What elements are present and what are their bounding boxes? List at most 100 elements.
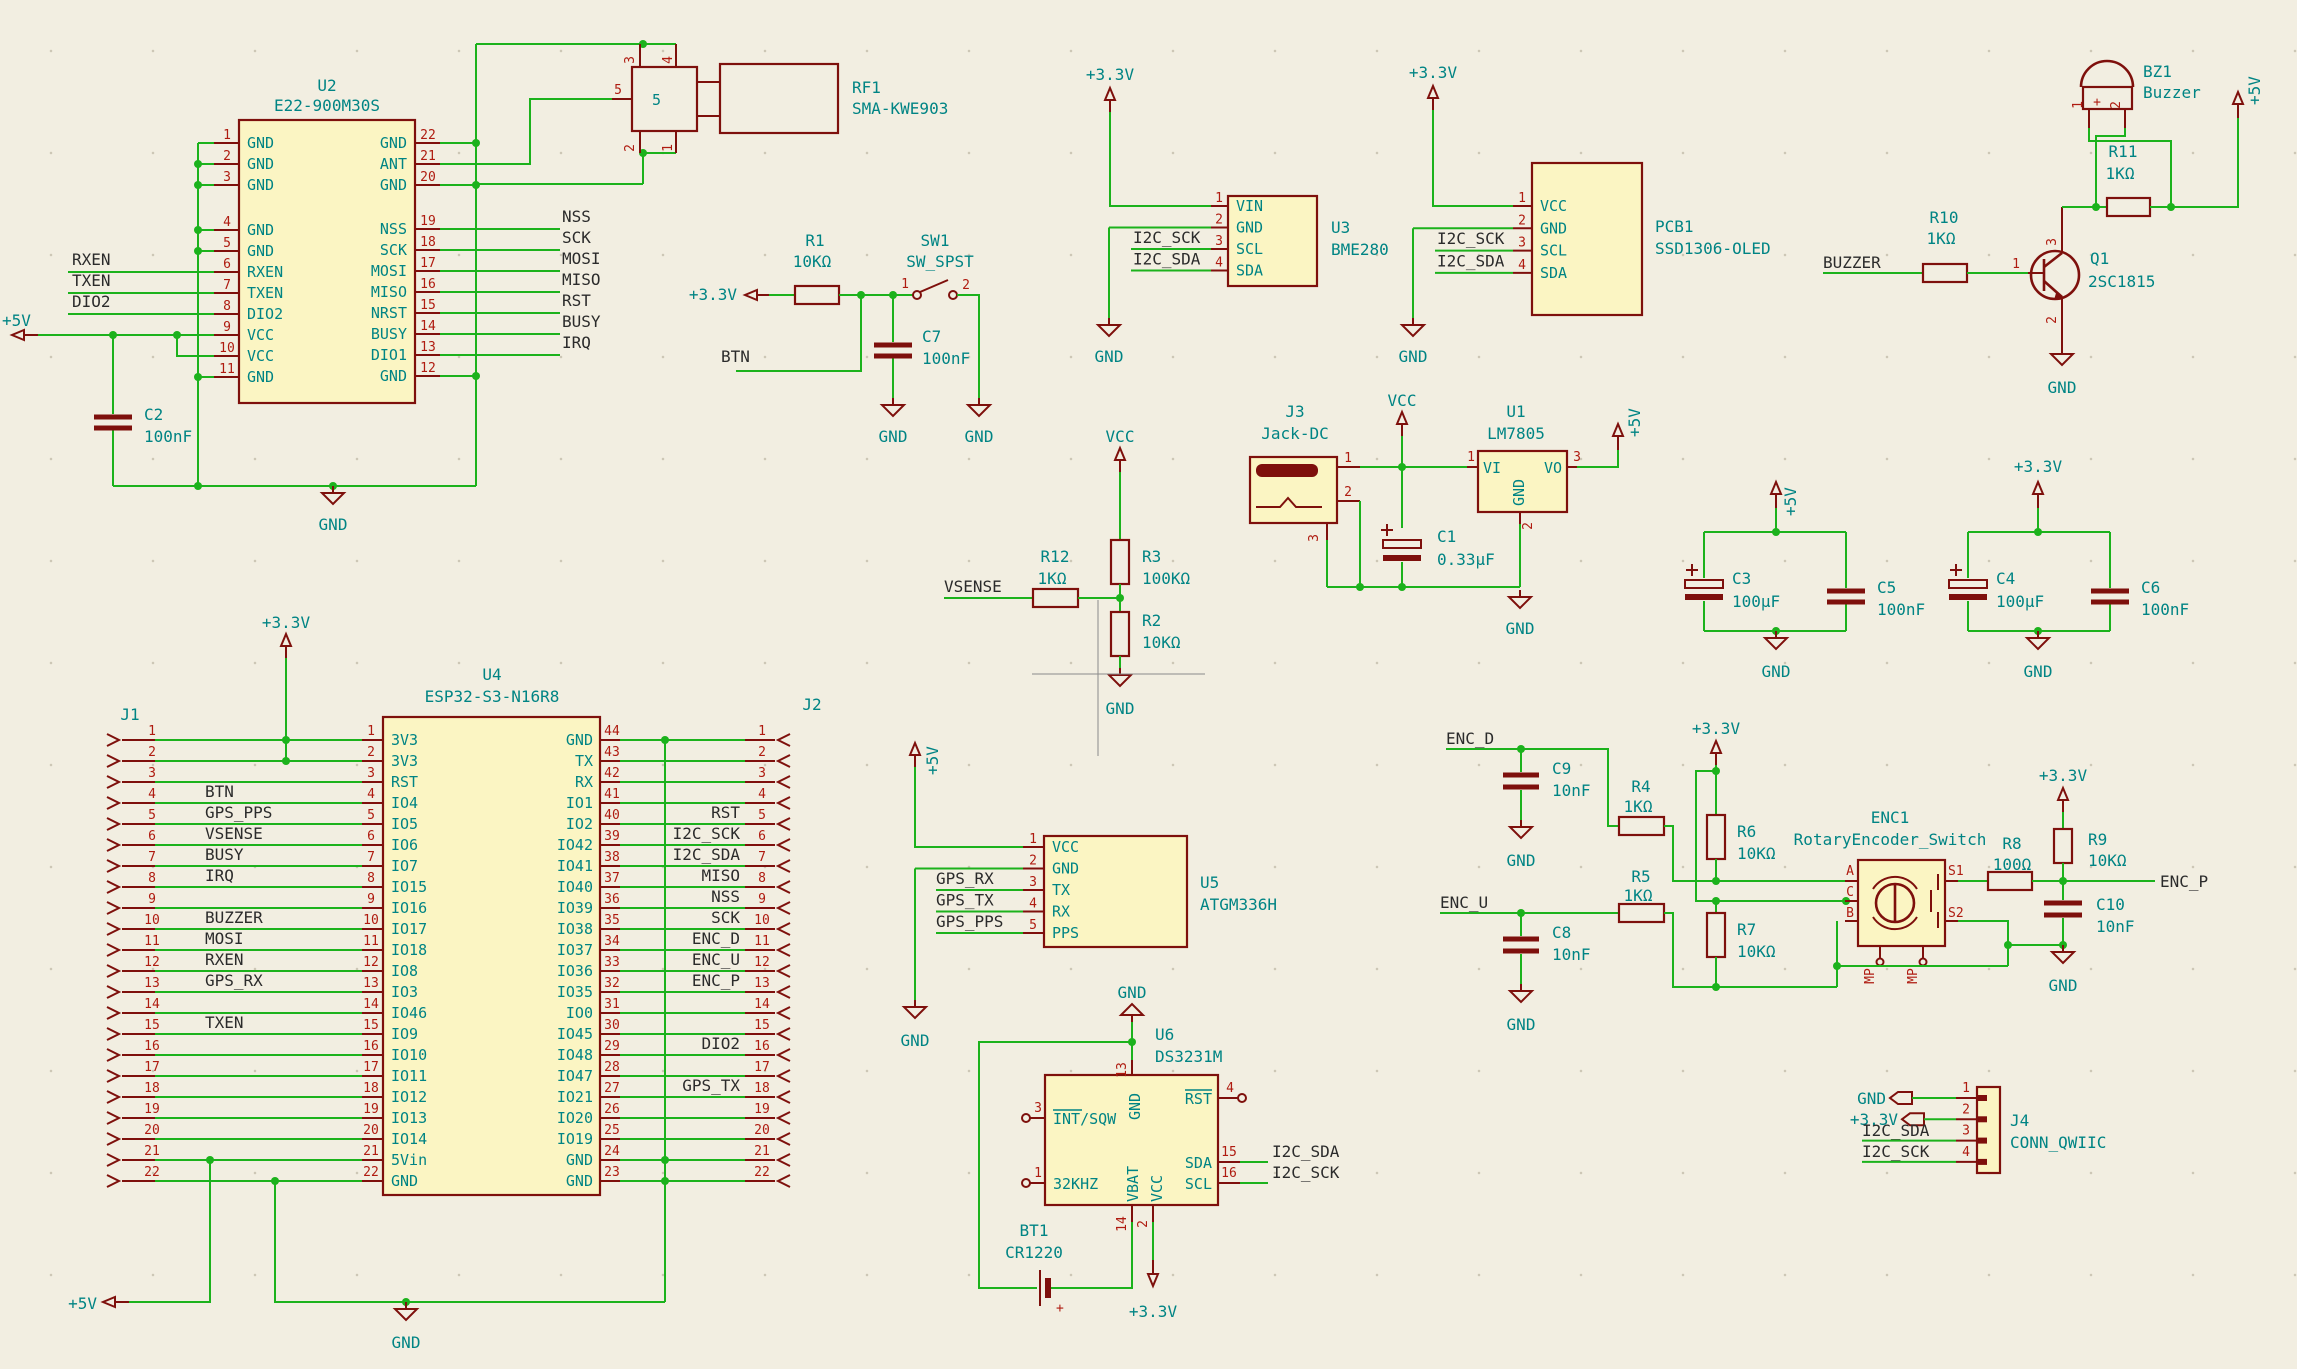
- pin-number: 6: [223, 257, 231, 272]
- u4-pin-name: 5Vin: [391, 1151, 427, 1169]
- u6-pin14-name: VBAT: [1124, 1166, 1142, 1202]
- u4-pin-number: 31: [604, 997, 620, 1012]
- net-label: I2C_SCK: [673, 824, 741, 843]
- pin-name: VIN: [1236, 197, 1263, 215]
- gnd-icon: [1510, 820, 1532, 838]
- i2c-sda-label: I2C_SDA: [1272, 1142, 1340, 1161]
- schematic-canvas[interactable]: U2 E22-900M30S: [0, 0, 2297, 1369]
- r9-resistor: [2054, 829, 2072, 863]
- j1-pin-number: 11: [144, 934, 160, 949]
- u6-pin16: 16: [1221, 1166, 1237, 1181]
- pin-name: RX: [1052, 903, 1070, 921]
- u2-net-label: SCK: [562, 228, 591, 247]
- esp32-block[interactable]: U4 ESP32-S3-N16R8 J1 J2 +3.3V +5V GND 1 …: [68, 613, 822, 1352]
- u2-lora-module[interactable]: U2 E22-900M30S: [2, 40, 676, 534]
- j2-pin-number: 16: [754, 1039, 770, 1054]
- net-label: NSS: [562, 207, 591, 226]
- u4-pin-name: IO9: [391, 1025, 418, 1043]
- u6-rtc[interactable]: GND + BT1 CR1220 U6 DS3231M 13 GND 3 INT…: [979, 983, 1340, 1321]
- pin-name: SDA: [1540, 264, 1567, 282]
- j2-pin-number: 21: [754, 1144, 770, 1159]
- gps-rx-label: GPS_RX: [936, 869, 994, 888]
- j4-part: CONN_QWIIC: [2010, 1133, 2106, 1152]
- u2-net-label: NSS: [562, 207, 591, 226]
- rf1-pin5: 5: [614, 83, 622, 98]
- gnd-icon: [395, 1302, 417, 1320]
- bulk-caps[interactable]: +5V C3 100µF C5 100nF GND +3.3V C4 100µF…: [1685, 457, 2189, 681]
- j1-pin-number: 16: [144, 1039, 160, 1054]
- u1-gnd: GND: [1510, 479, 1528, 506]
- gnd-label: GND: [2024, 662, 2053, 681]
- j2-pin-number: 9: [758, 892, 766, 907]
- net-label: ENC_P: [692, 971, 740, 990]
- u5-ref: U5: [1200, 873, 1219, 892]
- pin-number: 4: [1962, 1145, 1970, 1160]
- u4-part: ESP32-S3-N16R8: [425, 687, 560, 706]
- gnd-icon: [2051, 347, 2073, 365]
- u4-pin-name: IO14: [391, 1130, 427, 1148]
- c10-value: 10nF: [2096, 917, 2135, 936]
- r7-resistor: [1707, 913, 1725, 957]
- j1-pin-number: 13: [144, 976, 160, 991]
- gnd-label: GND: [1507, 851, 1536, 870]
- power-supply[interactable]: J3 Jack-DC 1 2 3 VCC C1 0.33µF U1 LM7805…: [1250, 391, 1644, 638]
- sw1-contact: [949, 291, 957, 299]
- j1-pin-number: 20: [144, 1123, 160, 1138]
- u4-pin-number: 7: [367, 850, 375, 865]
- j1-pin-number: 14: [144, 997, 160, 1012]
- u4-pin-name: IO35: [557, 983, 593, 1001]
- power-arrow-icon: [1148, 1260, 1158, 1286]
- u4-pin-number: 38: [604, 850, 620, 865]
- pin-name: PPS: [1052, 924, 1079, 942]
- pin-number: 2: [1029, 854, 1037, 869]
- pcb1-oled[interactable]: +3.3V I2C_SCK I2C_SDA PCB1 SSD1306-OLED …: [1399, 63, 1771, 366]
- bz1-pin1: 1: [2071, 101, 2086, 109]
- u4-pin-number: 30: [604, 1018, 620, 1033]
- i2c-sck-label: I2C_SCK: [1272, 1163, 1340, 1182]
- power-arrow-icon: [281, 634, 291, 660]
- enc1-pin-a: A: [1846, 864, 1854, 879]
- gnd-label: GND: [901, 1031, 930, 1050]
- r12-resistor: [1033, 589, 1078, 607]
- j1-pin-number: 12: [144, 955, 160, 970]
- r9-33v-label: +3.3V: [2039, 766, 2088, 785]
- button-block[interactable]: +3.3V R1 10KΩ 1 2 SW1 SW_SPST C7 100nF B…: [689, 231, 994, 446]
- u6-pin3: 3: [1034, 1101, 1042, 1116]
- r10-resistor: [1923, 264, 1967, 282]
- pin-name: GND: [1052, 860, 1079, 878]
- gnd-label: GND: [1762, 662, 1791, 681]
- net-label: MOSI: [205, 929, 244, 948]
- gnd-icon: [1121, 1004, 1143, 1022]
- pin-name: GND: [1540, 219, 1567, 237]
- bz1-5v-label: +5V: [2245, 76, 2264, 105]
- j4-qwiic[interactable]: GND +3.3V I2C_SDA I2C_SCK J4 CONN_QWIIC …: [1850, 1081, 2107, 1173]
- bz1-ref: BZ1: [2143, 62, 2172, 81]
- u4-pin-name: IO2: [566, 815, 593, 833]
- u4-pin-number: 28: [604, 1060, 620, 1075]
- j1-pin-number: 1: [148, 724, 156, 739]
- u6-pin16-name: SCL: [1185, 1175, 1212, 1193]
- c8-ref: C8: [1552, 923, 1571, 942]
- u2-net-label: MOSI: [562, 249, 601, 268]
- c9-value: 10nF: [1552, 781, 1591, 800]
- u4-pin-number: 43: [604, 745, 620, 760]
- j1-pin-number: 21: [144, 1144, 160, 1159]
- j1-pin-number: 5: [148, 808, 156, 823]
- pin-number: 20: [420, 170, 436, 185]
- encoder-block[interactable]: ENC_D C9 10nF GND R4 1KΩ ENC_U C8 10nF G…: [1440, 719, 2208, 1034]
- buzzer-driver[interactable]: 1 + 2 BZ1 Buzzer BUZZER R10 1KΩ 1 3 2 Q1…: [1823, 61, 2264, 397]
- r1-ref: R1: [805, 231, 824, 250]
- u3-33v-label: +3.3V: [1086, 65, 1135, 84]
- u4-pin-name: RST: [391, 773, 418, 791]
- power-arrow-icon: [910, 743, 920, 769]
- vsense-net-label: VSENSE: [944, 577, 1002, 596]
- u3-bme280[interactable]: +3.3V I2C_SCK I2C_SDA U3 BME280 GND 1 VI…: [1086, 65, 1389, 366]
- u5-gps[interactable]: +5V GPS_RX GPS_TX GPS_PPS U5 ATGM336H GN…: [901, 743, 1278, 1050]
- u2-net-label: BUSY: [562, 312, 601, 331]
- vsense-divider[interactable]: VCC R3 100KΩ VSENSE R12 1KΩ R2 10KΩ GND: [944, 427, 1205, 756]
- bt1-plus: +: [1056, 1301, 1064, 1316]
- j1-pin-number: 4: [148, 787, 156, 802]
- u1-vo: VO: [1544, 459, 1562, 477]
- u6-pin15-name: SDA: [1185, 1154, 1212, 1172]
- rf1-sma-connector[interactable]: 3 4 2 1 5 5 RF1 SMA-KWE903: [612, 44, 948, 153]
